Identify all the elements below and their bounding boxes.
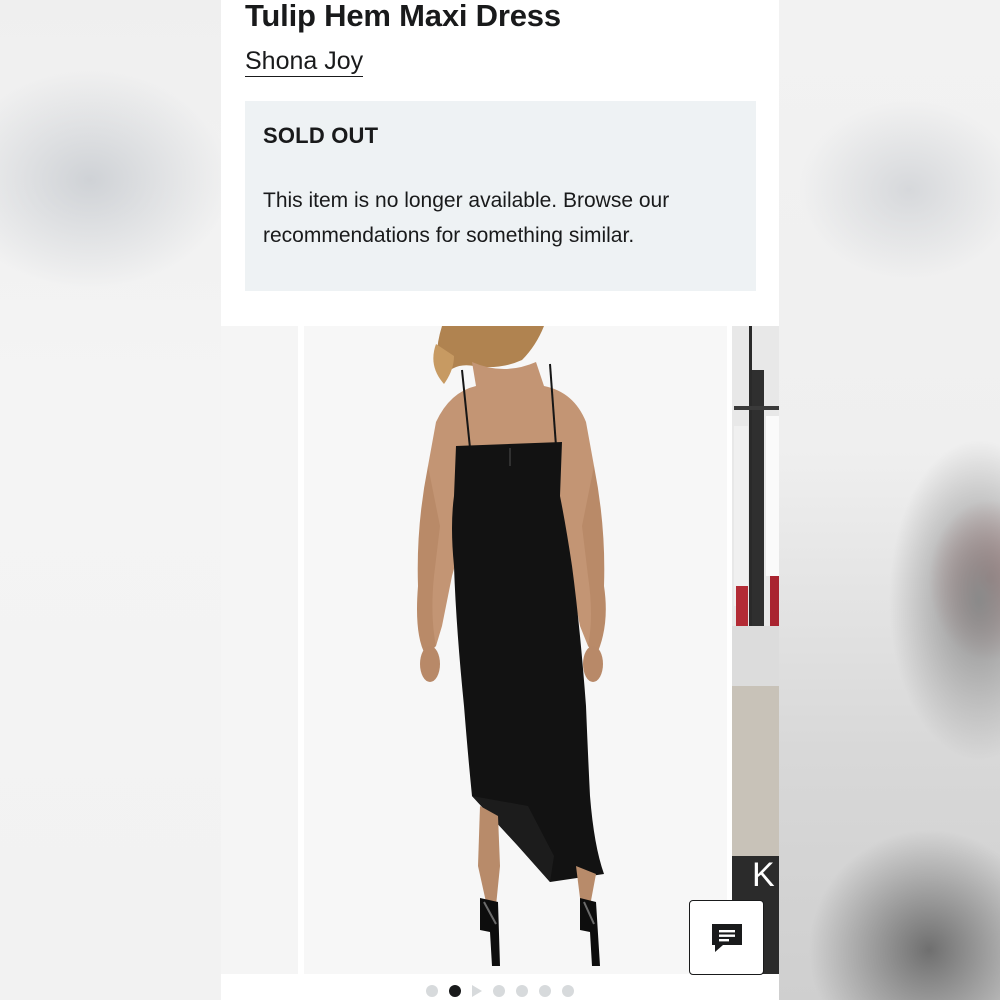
chat-button[interactable] [689,900,764,975]
sold-out-message: This item is no longer available. Browse… [263,189,670,247]
carousel-dot[interactable] [493,985,505,997]
product-title: Tulip Hem Maxi Dress [245,0,561,33]
sold-out-notice: SOLD OUT This item is no longer availabl… [245,101,756,291]
carousel-dot-active[interactable] [449,985,461,997]
blurred-background-left [0,0,221,1000]
previous-slide[interactable] [221,326,298,974]
product-image-carousel[interactable]: K [221,326,779,974]
brand-link[interactable]: Shona Joy [245,46,364,77]
dress-back-view-image [304,326,727,974]
carousel-dot[interactable] [539,985,551,997]
product-image[interactable] [304,326,727,974]
product-page: Tulip Hem Maxi Dress Shona Joy SOLD OUT … [221,0,779,1000]
chat-bubble-icon [711,923,742,952]
sold-out-title: SOLD OUT [263,123,379,148]
carousel-dot[interactable] [426,985,438,997]
carousel-video-dot[interactable] [472,985,482,997]
carousel-pagination [221,983,779,999]
carousel-dot[interactable] [516,985,528,997]
carousel-dot[interactable] [562,985,574,997]
next-slide[interactable]: K [732,326,779,974]
next-slide-caption: K [752,856,775,894]
blurred-background-right [779,0,1000,1000]
